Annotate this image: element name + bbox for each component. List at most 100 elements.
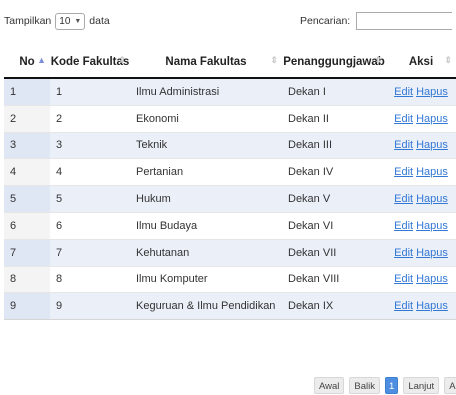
page-length-value: 10 (59, 15, 71, 27)
delete-link[interactable]: Hapus (416, 273, 448, 285)
edit-link[interactable]: Edit (394, 113, 413, 125)
column-header-nama-fakultas[interactable]: Nama Fakultas ⇕ (130, 47, 282, 79)
cell-aksi: Edit Hapus (386, 212, 456, 240)
cell-aksi: Edit Hapus (386, 105, 456, 133)
page-first-button[interactable]: Awal (314, 377, 345, 394)
cell-nama-fakultas: Ilmu Komputer (130, 266, 282, 294)
edit-link[interactable]: Edit (394, 273, 413, 285)
cell-nama-fakultas: Pertanian (130, 158, 282, 187)
cell-no: 8 (4, 266, 50, 294)
cell-penanggungjawab: Dekan VI (282, 212, 386, 240)
sort-icon: ⇕ (374, 55, 382, 65)
faculty-table: No ▲ Kode Fakultas ⇕ Nama Fakultas ⇕ Penang… (4, 47, 456, 321)
delete-link[interactable]: Hapus (416, 220, 448, 232)
show-label: Tampilkan (4, 15, 52, 27)
column-header-penanggungjawab[interactable]: Penanggungjawab ⇕ (282, 47, 386, 79)
table-row: 5 5 Hukum Dekan V Edit Hapus (4, 185, 456, 213)
cell-kode-fakultas: 6 (50, 212, 130, 240)
search-input[interactable] (356, 12, 453, 30)
cell-kode-fakultas: 3 (50, 132, 130, 160)
chevron-down-icon: ▼ (74, 17, 82, 25)
table-row: 7 7 Kehutanan Dekan VII Edit Hapus (4, 239, 456, 267)
cell-nama-fakultas: Kehutanan (130, 239, 282, 267)
cell-kode-fakultas: 1 (50, 78, 130, 106)
delete-link[interactable]: Hapus (416, 86, 448, 98)
search-label: Pencarian: (300, 15, 351, 27)
page-last-button[interactable]: Akhir (444, 377, 456, 394)
column-header-aksi[interactable]: Aksi ⇕ (386, 47, 456, 79)
cell-aksi: Edit Hapus (386, 78, 456, 106)
edit-link[interactable]: Edit (394, 166, 413, 178)
delete-link[interactable]: Hapus (416, 193, 448, 205)
cell-nama-fakultas: Ekonomi (130, 105, 282, 133)
edit-link[interactable]: Edit (394, 247, 413, 259)
table-row: 2 2 Ekonomi Dekan II Edit Hapus (4, 105, 456, 133)
top-cutoff-text: . . . . . . . . . . . . (60, 0, 446, 4)
cell-no: 3 (4, 132, 50, 160)
sort-asc-icon: ▲ (37, 55, 46, 65)
cell-no: 9 (4, 292, 50, 321)
delete-link[interactable]: Hapus (416, 113, 448, 125)
sort-icon: ⇕ (118, 55, 126, 65)
column-header-kode-fakultas[interactable]: Kode Fakultas ⇕ (50, 47, 130, 79)
edit-link[interactable]: Edit (394, 86, 413, 98)
cell-no: 6 (4, 212, 50, 240)
sort-icon: ⇕ (444, 55, 452, 65)
cell-penanggungjawab: Dekan II (282, 105, 386, 133)
cell-no: 7 (4, 239, 50, 267)
page-length-control: Tampilkan 10 ▼ data (4, 11, 110, 31)
page-length-select[interactable]: 10 ▼ (55, 12, 86, 30)
cell-penanggungjawab: Dekan I (282, 78, 386, 106)
cell-nama-fakultas: Keguruan & Ilmu Pendidikan (130, 292, 282, 321)
edit-link[interactable]: Edit (394, 220, 413, 232)
table-row: 9 9 Keguruan & Ilmu Pendidikan Dekan IX Edit… (4, 292, 456, 321)
cell-aksi: Edit Hapus (386, 266, 456, 294)
delete-link[interactable]: Hapus (416, 139, 448, 151)
cell-aksi: Edit Hapus (386, 239, 456, 267)
page-next-button[interactable]: Lanjut (403, 377, 440, 394)
data-label: data (89, 15, 110, 27)
table-controls: Tampilkan 10 ▼ data Pencarian: (0, 11, 456, 33)
table-row: 3 3 Teknik Dekan III Edit Hapus (4, 132, 456, 160)
table-row: 6 6 Ilmu Budaya Dekan VI Edit Hapus (4, 212, 456, 240)
cell-no: 4 (4, 158, 50, 187)
cell-penanggungjawab: Dekan IX (282, 292, 386, 321)
cell-kode-fakultas: 8 (50, 266, 130, 294)
search-control: Pencarian: (300, 11, 453, 31)
cell-penanggungjawab: Dekan VIII (282, 266, 386, 294)
edit-link[interactable]: Edit (394, 139, 413, 151)
cell-aksi: Edit Hapus (386, 292, 456, 321)
column-header-no[interactable]: No ▲ (4, 47, 50, 79)
cell-kode-fakultas: 7 (50, 239, 130, 267)
cell-no: 2 (4, 105, 50, 133)
cell-aksi: Edit Hapus (386, 132, 456, 160)
cell-aksi: Edit Hapus (386, 158, 456, 187)
edit-link[interactable]: Edit (394, 193, 413, 205)
delete-link[interactable]: Hapus (416, 300, 448, 312)
cell-kode-fakultas: 2 (50, 105, 130, 133)
table-header-row: No ▲ Kode Fakultas ⇕ Nama Fakultas ⇕ Penang… (4, 47, 456, 79)
delete-link[interactable]: Hapus (416, 247, 448, 259)
cell-no: 1 (4, 78, 50, 106)
cell-penanggungjawab: Dekan IV (282, 158, 386, 187)
table-row: 8 8 Ilmu Komputer Dekan VIII Edit Hapus (4, 266, 456, 294)
cell-penanggungjawab: Dekan III (282, 132, 386, 160)
table-row: 1 1 Ilmu Administrasi Dekan I Edit Hapus (4, 78, 456, 106)
cell-penanggungjawab: Dekan V (282, 185, 386, 213)
page-prev-button[interactable]: Balik (349, 377, 381, 394)
cell-kode-fakultas: 5 (50, 185, 130, 213)
cell-penanggungjawab: Dekan VII (282, 239, 386, 267)
cell-nama-fakultas: Teknik (130, 132, 282, 160)
cell-nama-fakultas: Ilmu Administrasi (130, 78, 282, 106)
cell-nama-fakultas: Ilmu Budaya (130, 212, 282, 240)
cell-kode-fakultas: 4 (50, 158, 130, 187)
edit-link[interactable]: Edit (394, 300, 413, 312)
pagination: Awal Balik 1 Lanjut Akhir (314, 377, 456, 394)
table-row: 4 4 Pertanian Dekan IV Edit Hapus (4, 158, 456, 187)
cell-nama-fakultas: Hukum (130, 185, 282, 213)
cell-no: 5 (4, 185, 50, 213)
sort-icon: ⇕ (270, 55, 278, 65)
cell-aksi: Edit Hapus (386, 185, 456, 213)
delete-link[interactable]: Hapus (416, 166, 448, 178)
page-current-button[interactable]: 1 (385, 377, 399, 394)
